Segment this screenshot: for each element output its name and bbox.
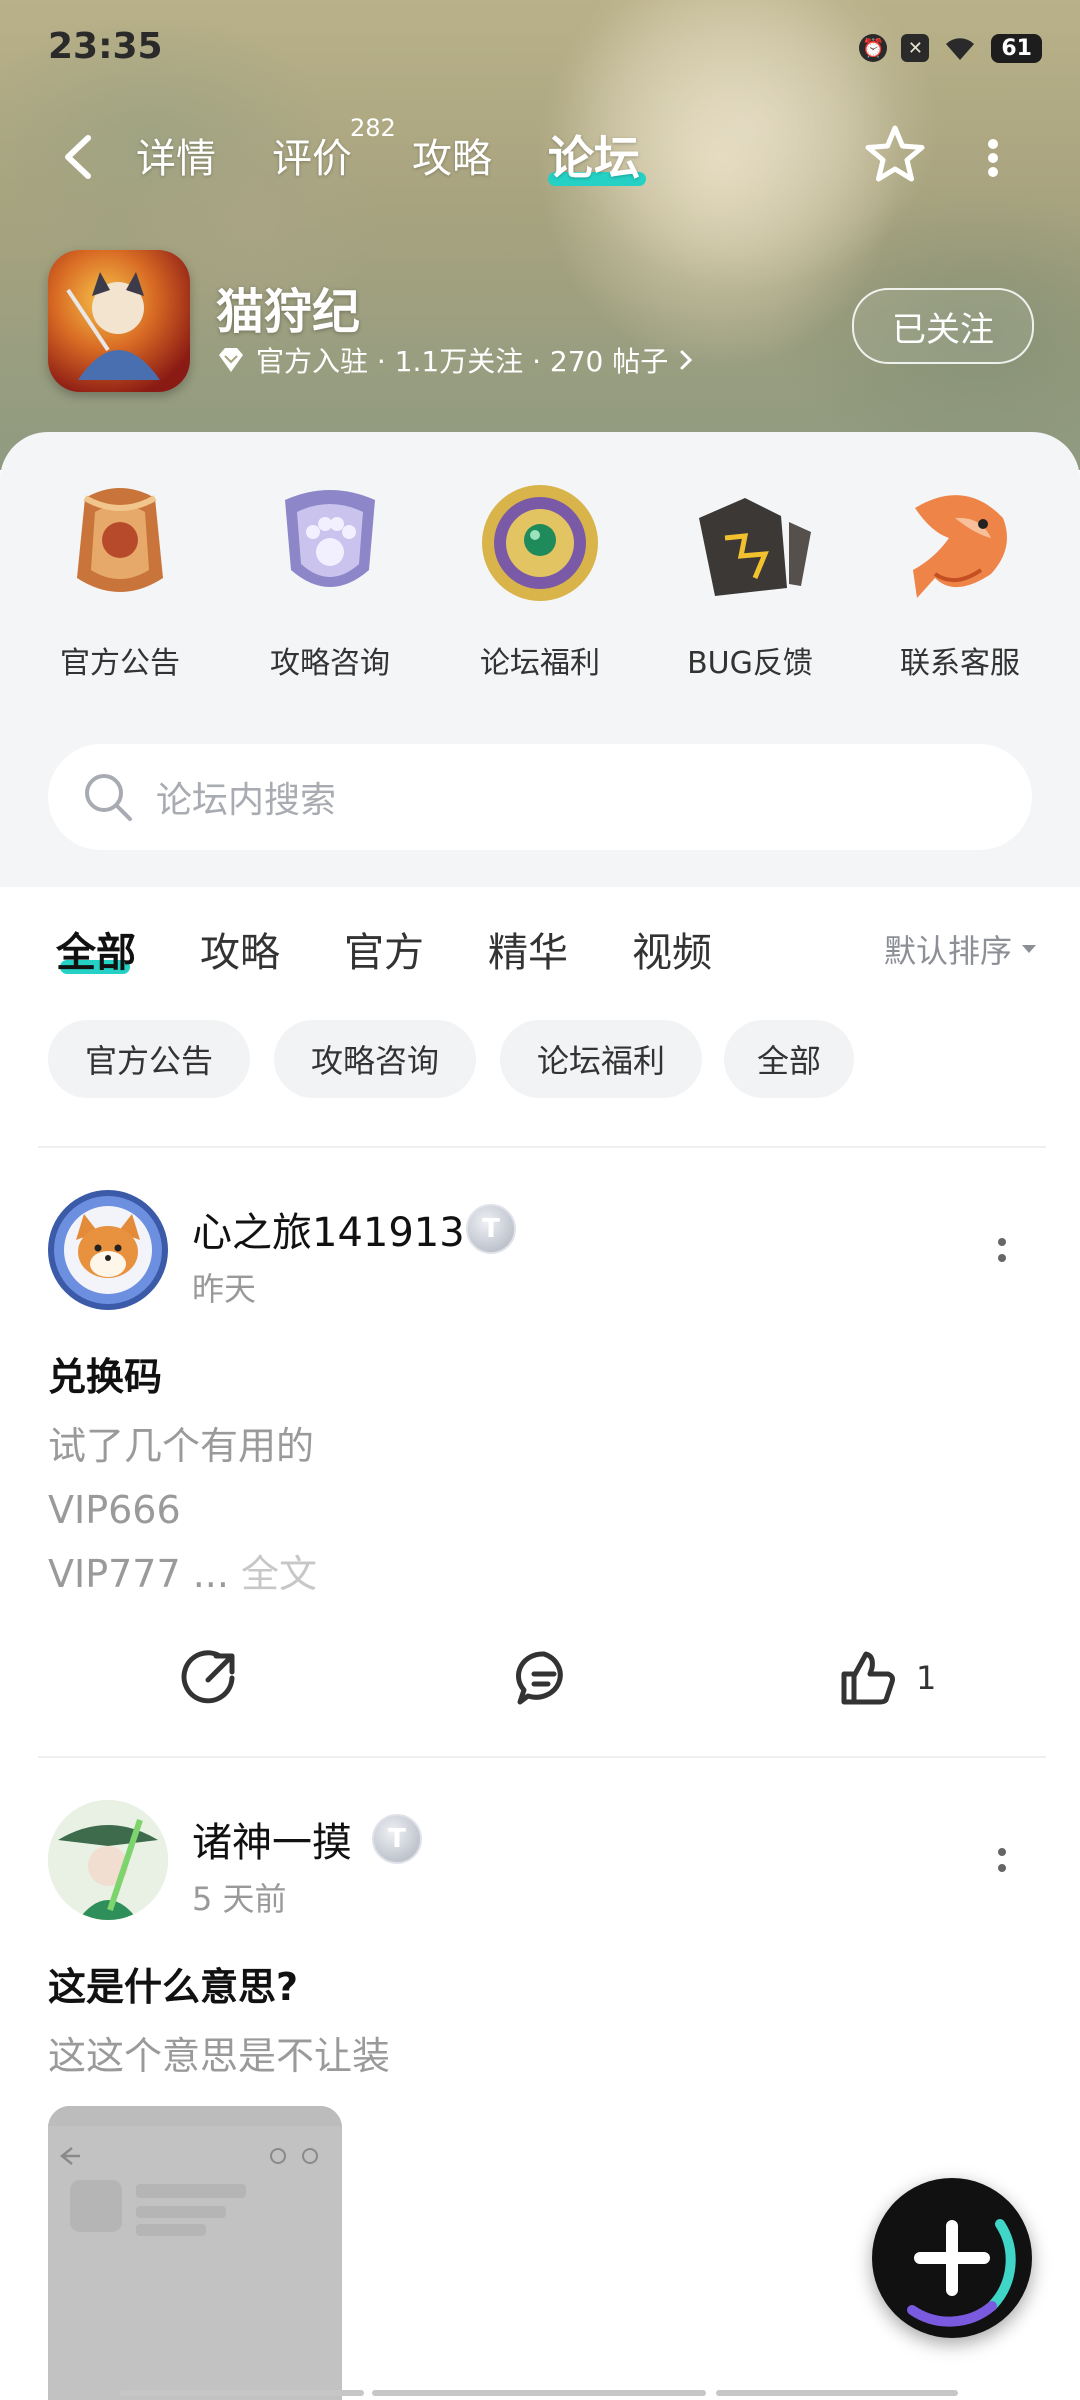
avatar[interactable]: [48, 1800, 168, 1920]
post-title[interactable]: 兑换码: [48, 1346, 162, 1401]
game-header: 23:35 ⏰ ✕ 61 详情 评价 282 攻略 论坛 猫狩纪 官方入驻 · …: [0, 0, 1080, 470]
post-time: 昨天: [192, 1270, 257, 1308]
like-button[interactable]: 1: [838, 1646, 936, 1710]
wifi-icon: [946, 38, 975, 60]
avatar[interactable]: [48, 1190, 168, 1310]
post-username[interactable]: 诸神一摸: [192, 1810, 352, 1868]
post-username[interactable]: 心之旅141913: [192, 1200, 465, 1258]
read-more-link[interactable]: 全文: [229, 1552, 317, 1596]
broken-stone-icon: [699, 498, 811, 596]
chip-guides[interactable]: 攻略咨询: [274, 1020, 476, 1098]
category-guides[interactable]: 攻略咨询: [245, 478, 415, 682]
comment-icon: [515, 1651, 563, 1705]
share-icon: [181, 1650, 235, 1704]
level-badge-icon: T: [466, 1204, 516, 1254]
caret-down-icon: [1022, 945, 1036, 953]
category-bug-report[interactable]: BUG反馈: [665, 478, 835, 682]
status-time: 23:35: [48, 26, 163, 67]
share-button[interactable]: [180, 1646, 240, 1710]
official-diamond-icon: [219, 348, 243, 372]
paw-shield-icon: [285, 490, 375, 587]
post-image[interactable]: [48, 2106, 342, 2400]
app-title: 猫狩纪: [216, 284, 361, 340]
notice-scroll-icon: [77, 488, 163, 592]
chip-announcements[interactable]: 官方公告: [48, 1020, 250, 1098]
like-count: 1: [916, 1659, 937, 1697]
tab-details[interactable]: 详情: [136, 126, 216, 184]
comment-button[interactable]: [514, 1646, 574, 1710]
app-meta-text: 官方入驻 · 1.1万关注 · 270 帖子: [256, 345, 669, 378]
scroll-indicator: [716, 2390, 958, 2396]
tab-forum[interactable]: 论坛: [548, 122, 640, 188]
category-welfare[interactable]: 论坛福利: [455, 478, 625, 682]
post-line-last: VIP777 ... 全文: [48, 1552, 318, 1596]
level-badge-icon: T: [372, 1814, 422, 1864]
post-time: 5 天前: [192, 1880, 287, 1918]
battery-level: 61: [991, 33, 1042, 63]
scroll-indicator: [120, 2390, 364, 2396]
back-icon[interactable]: [58, 132, 98, 182]
post-line: 试了几个有用的: [48, 1424, 315, 1468]
favorite-star-icon[interactable]: [862, 122, 928, 188]
search-placeholder: 论坛内搜索: [156, 780, 337, 821]
koi-fish-icon: [913, 495, 1007, 598]
reviews-count-badge: 282: [350, 114, 396, 142]
dnd-icon: ✕: [901, 34, 930, 62]
post-more-icon[interactable]: [996, 1840, 1008, 1880]
feed-tab-video[interactable]: 视频: [632, 920, 712, 978]
search-icon: [85, 774, 132, 821]
app-meta[interactable]: 官方入驻 · 1.1万关注 · 270 帖子: [216, 340, 694, 380]
tab-guides[interactable]: 攻略: [412, 126, 492, 184]
sort-dropdown[interactable]: 默认排序: [884, 926, 1038, 972]
new-post-button[interactable]: [872, 2178, 1032, 2338]
post-body[interactable]: 试了几个有用的 VIP666 VIP777 ... 全文: [48, 1414, 317, 1606]
tab-reviews[interactable]: 评价: [272, 126, 352, 184]
chevron-right-icon: [680, 350, 693, 370]
follow-button[interactable]: 已关注: [852, 288, 1034, 364]
divider: [38, 1146, 1046, 1148]
chip-all[interactable]: 全部: [724, 1020, 854, 1098]
feed-tab-featured[interactable]: 精华: [488, 920, 568, 978]
gem-medallion-icon: [482, 485, 598, 601]
forum-search-input[interactable]: 论坛内搜索: [48, 744, 1032, 850]
post-line: 这这个意思是不让装: [48, 2034, 391, 2078]
post-title[interactable]: 这是什么意思?: [48, 1956, 298, 2011]
alarm-icon: ⏰: [859, 34, 888, 62]
post-body[interactable]: 这这个意思是不让装: [48, 2024, 390, 2088]
status-icons: ⏰ ✕ 61: [859, 30, 1042, 66]
post-line: VIP666: [48, 1488, 181, 1532]
app-icon: [48, 250, 190, 392]
sort-label: 默认排序: [883, 932, 1012, 970]
category-customer-service[interactable]: 联系客服: [875, 478, 1045, 682]
feed-tab-all[interactable]: 全部: [56, 920, 136, 978]
category-announcements[interactable]: 官方公告: [35, 478, 205, 682]
post-more-icon[interactable]: [996, 1230, 1008, 1270]
feed-tab-guides[interactable]: 攻略: [200, 920, 280, 978]
more-options-icon[interactable]: [982, 134, 1004, 182]
thumbs-up-icon: [841, 1651, 895, 1705]
divider: [38, 1756, 1046, 1758]
scroll-indicator: [372, 2390, 706, 2396]
chip-welfare[interactable]: 论坛福利: [500, 1020, 702, 1098]
feed-tab-official[interactable]: 官方: [344, 920, 424, 978]
